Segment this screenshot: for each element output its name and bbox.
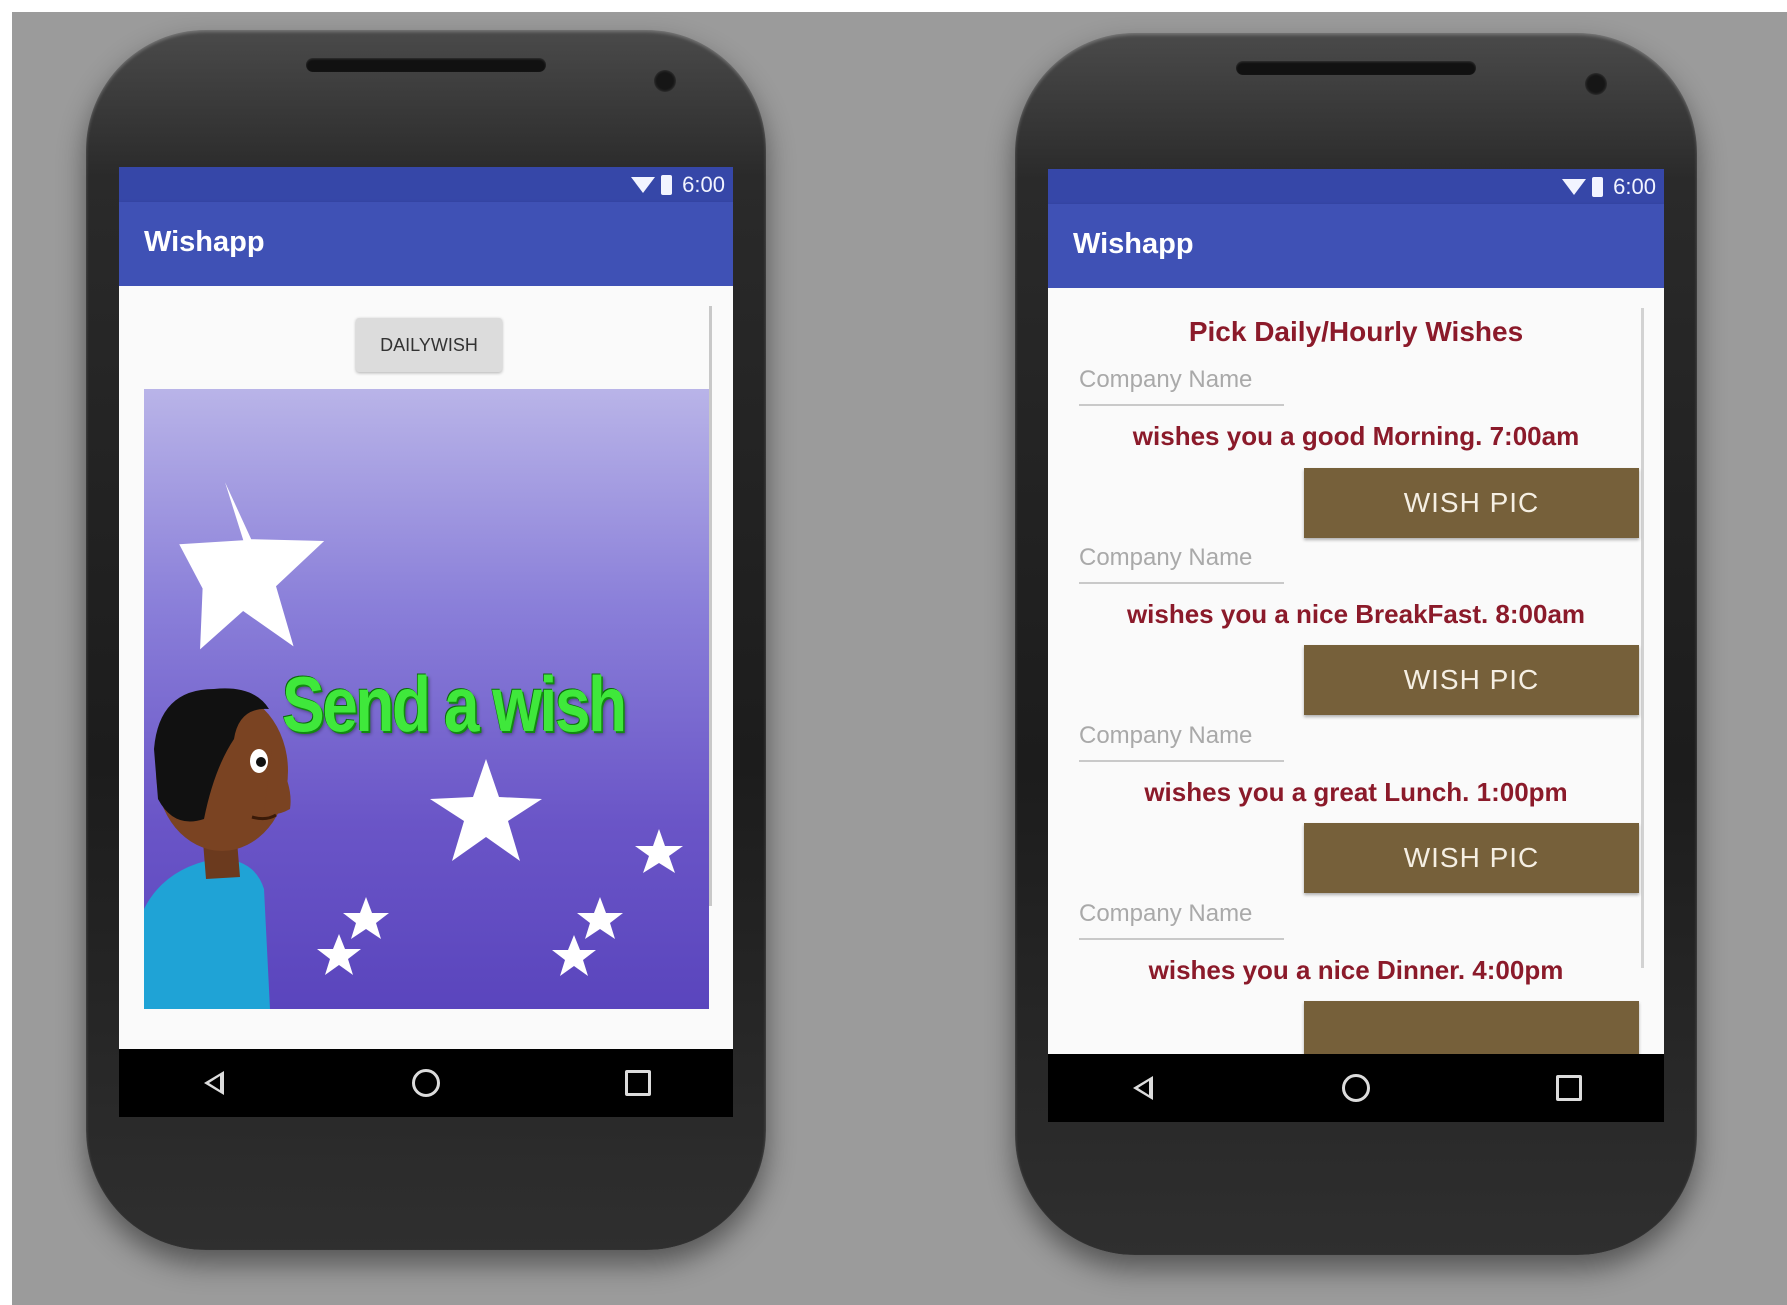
- speaker-grille: [1236, 61, 1476, 75]
- company-name-field[interactable]: Company Name: [1079, 900, 1284, 940]
- app-title: Wishapp: [144, 226, 265, 258]
- scrollbar[interactable]: [1641, 308, 1644, 968]
- status-time: 6:00: [682, 172, 725, 197]
- home-icon: [1342, 1074, 1370, 1102]
- app-title: Wishapp: [1073, 228, 1194, 260]
- scrollbar[interactable]: [709, 306, 712, 906]
- recent-apps-button[interactable]: [598, 1049, 678, 1117]
- small-star-icon: [343, 897, 389, 939]
- recent-apps-button[interactable]: [1529, 1054, 1609, 1122]
- small-star-icon: [317, 934, 361, 975]
- page-title: Pick Daily/Hourly Wishes: [1188, 316, 1524, 347]
- back-button[interactable]: [1103, 1054, 1183, 1122]
- wish-message: wishes you a nice Dinner. 4:00pm: [1148, 955, 1564, 985]
- person-illustration: [144, 688, 291, 1009]
- status-bar: 6:00: [1048, 169, 1664, 204]
- back-icon: [204, 1071, 224, 1095]
- small-star-icon: [635, 829, 683, 873]
- star-icon: [430, 759, 542, 861]
- battery-icon: [661, 175, 673, 195]
- front-camera: [654, 70, 676, 92]
- back-button[interactable]: [174, 1049, 254, 1117]
- home-button[interactable]: [386, 1049, 466, 1117]
- dailywish-button[interactable]: DAILYWISH: [356, 318, 502, 372]
- app-bar: Wishapp: [119, 202, 733, 286]
- wish-pic-button[interactable]: WISH PIC: [1304, 468, 1639, 538]
- phone-left: 6:00 Wishapp DAILYWISH Send a wish: [86, 30, 766, 1250]
- wish-pic-button[interactable]: WISH PIC: [1304, 823, 1639, 893]
- wifi-icon: [1562, 179, 1587, 195]
- app-bar: Wishapp: [1048, 204, 1664, 288]
- battery-icon: [1592, 177, 1604, 197]
- home-icon: [412, 1069, 440, 1097]
- back-icon: [1133, 1076, 1153, 1100]
- phone-right: 6:00 Wishapp Pick Daily/Hourly Wishes Co…: [1015, 33, 1697, 1255]
- small-star-icon: [552, 935, 596, 976]
- big-star-icon: [179, 482, 325, 650]
- wish-message: wishes you a great Lunch. 1:00pm: [1144, 777, 1568, 807]
- company-name-field[interactable]: Company Name: [1079, 366, 1284, 406]
- small-star-icon: [577, 897, 623, 939]
- home-button[interactable]: [1316, 1054, 1396, 1122]
- status-bar: 6:00: [119, 167, 733, 202]
- front-camera: [1585, 73, 1607, 95]
- nav-bar: [1048, 1054, 1664, 1122]
- status-time: 6:00: [1613, 174, 1656, 199]
- nav-bar: [119, 1049, 733, 1117]
- company-name-field[interactable]: Company Name: [1079, 544, 1284, 584]
- main-content[interactable]: DAILYWISH Send a wish: [119, 286, 733, 1049]
- wish-pic-button[interactable]: [1304, 1001, 1639, 1054]
- phone-screen: 6:00 Wishapp Pick Daily/Hourly Wishes Co…: [1048, 169, 1664, 1122]
- wish-pic-button[interactable]: WISH PIC: [1304, 645, 1639, 715]
- recent-apps-icon: [625, 1070, 651, 1096]
- wifi-icon: [631, 177, 656, 193]
- wish-list[interactable]: Pick Daily/Hourly Wishes Company Name wi…: [1048, 288, 1664, 1054]
- wish-message: wishes you a nice BreakFast. 8:00am: [1126, 599, 1586, 629]
- send-wish-image: Send a wish: [144, 389, 709, 1009]
- company-name-field[interactable]: Company Name: [1079, 722, 1284, 762]
- speaker-grille: [306, 58, 546, 72]
- recent-apps-icon: [1556, 1075, 1582, 1101]
- wish-message: wishes you a good Morning. 7:00am: [1132, 421, 1580, 451]
- phone-screen: 6:00 Wishapp DAILYWISH Send a wish: [119, 167, 733, 1117]
- send-a-wish-text: Send a wish: [282, 660, 627, 748]
